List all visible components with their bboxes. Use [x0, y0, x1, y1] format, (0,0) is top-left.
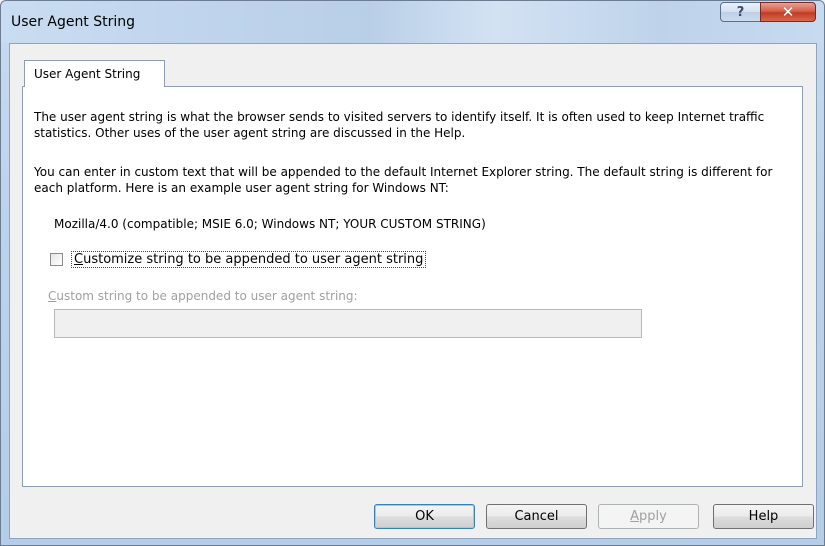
dialog-window: User Agent String ? ✕ User Agent String … — [0, 0, 825, 546]
dialog-client-area: User Agent String The user agent string … — [9, 43, 817, 539]
example-user-agent-string: Mozilla/4.0 (compatible; MSIE 6.0; Windo… — [54, 217, 486, 231]
description-text: The user agent string is what the browse… — [34, 110, 765, 140]
tab-label: User Agent String — [34, 67, 141, 81]
help-button[interactable]: Help — [713, 504, 814, 529]
title-bar[interactable]: User Agent String ? ✕ — [1, 1, 824, 43]
customize-checkbox-row[interactable]: Customize string to be appended to user … — [50, 251, 427, 268]
apply-button[interactable]: Apply — [598, 504, 699, 529]
customize-checkbox-label[interactable]: Customize string to be appended to user … — [71, 251, 427, 268]
custom-string-input[interactable] — [54, 309, 642, 338]
close-icon[interactable]: ✕ — [760, 2, 816, 22]
customize-checkbox[interactable] — [50, 253, 63, 266]
ok-button[interactable]: OK — [374, 504, 475, 529]
tab-panel — [22, 86, 803, 487]
custom-string-label: Custom string to be appended to user age… — [48, 289, 358, 303]
window-title: User Agent String — [11, 14, 136, 30]
tab-user-agent-string[interactable]: User Agent String — [24, 60, 165, 87]
help-icon[interactable]: ? — [720, 2, 761, 22]
cancel-button[interactable]: Cancel — [486, 504, 587, 529]
custom-text-info: You can enter in custom text that will b… — [34, 165, 773, 195]
